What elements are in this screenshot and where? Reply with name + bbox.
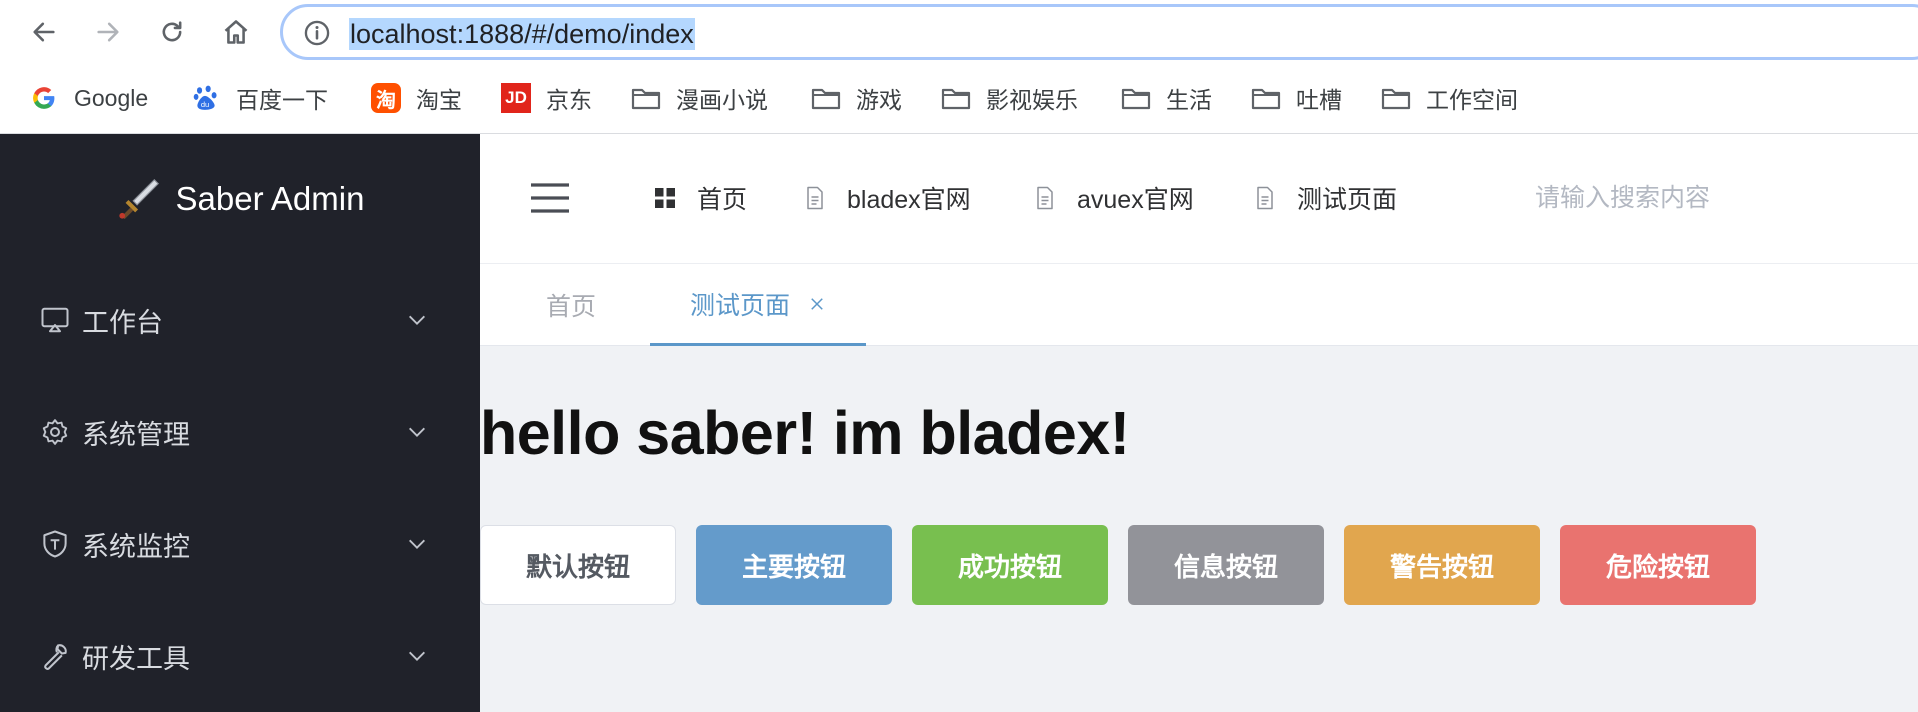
monitor-icon: [41, 307, 69, 333]
bookmark-folder-life[interactable]: 生活: [1120, 78, 1212, 118]
bookmark-label: Google: [74, 84, 149, 111]
page-heading: hello saber! im bladex!: [480, 399, 1130, 467]
jd-icon: JD: [500, 82, 532, 114]
address-bar[interactable]: localhost:1888/#/demo/index: [280, 4, 1918, 60]
reload-icon: [162, 21, 182, 42]
tab-test-page[interactable]: 测试页面: [650, 264, 867, 346]
warning-button[interactable]: 警告按钮: [1344, 525, 1540, 605]
folder-icon: [1380, 82, 1412, 114]
svg-text:du: du: [201, 100, 209, 109]
document-icon: [807, 186, 823, 210]
chevron-down-icon: [409, 539, 425, 549]
back-button[interactable]: [24, 12, 64, 52]
top-navbar: 首页 bladex官网 avuex官网 测试页面: [480, 134, 1918, 264]
tab-home[interactable]: 首页: [546, 264, 596, 346]
gear-icon: [42, 419, 68, 445]
topnav-test-page[interactable]: 测试页面: [1253, 178, 1397, 218]
folder-icon: [940, 82, 972, 114]
menu-label: 研发工具: [82, 643, 190, 674]
topnav-bladex[interactable]: bladex官网: [803, 178, 971, 218]
folder-icon: [1250, 82, 1282, 114]
bookmark-label: 淘宝: [416, 87, 462, 113]
close-icon[interactable]: [808, 295, 826, 313]
baidu-icon: du: [190, 82, 222, 114]
topnav-home[interactable]: 首页: [653, 178, 747, 218]
menu-label: 系统管理: [82, 419, 190, 450]
back-arrow-icon: [33, 22, 55, 42]
topnav-label: 首页: [697, 186, 748, 214]
app-title: Saber Admin: [175, 180, 365, 217]
bookmark-folder-workspace[interactable]: 工作空间: [1380, 78, 1518, 118]
home-icon: [224, 20, 248, 44]
page-content: hello saber! im bladex! 默认按钮 主要按钮 成功按钮 信…: [480, 346, 1918, 712]
default-button[interactable]: 默认按钮: [480, 525, 676, 605]
chevron-down-icon: [409, 651, 425, 661]
sidebar: Saber Admin 工作台 系统管理 系统监控 研发工具: [0, 134, 480, 712]
document-icon: [1037, 186, 1053, 210]
folder-icon: [630, 82, 662, 114]
bookmark-baidu[interactable]: du 百度一下: [190, 78, 328, 118]
forward-button[interactable]: [88, 12, 128, 52]
tab-label: 测试页面: [690, 291, 791, 320]
bookmark-label: 百度一下: [236, 87, 328, 113]
info-icon[interactable]: [303, 19, 331, 47]
search-input[interactable]: [1535, 178, 1835, 218]
menu-item-dev-tools[interactable]: 研发工具: [0, 600, 480, 712]
bookmark-label: 吐槽: [1296, 87, 1342, 113]
bookmark-folder-media[interactable]: 影视娱乐: [940, 78, 1078, 118]
browser-toolbar: localhost:1888/#/demo/index: [0, 0, 1918, 64]
menu-label: 系统监控: [82, 531, 190, 562]
grid-icon: [655, 188, 675, 208]
tabs-bar: 首页 测试页面: [480, 264, 1918, 346]
google-icon: [28, 82, 60, 114]
menu-item-system-management[interactable]: 系统管理: [0, 376, 480, 488]
menu-item-system-monitor[interactable]: 系统监控: [0, 488, 480, 600]
topnav-avuex[interactable]: avuex官网: [1033, 178, 1194, 218]
bookmark-label: 游戏: [856, 87, 902, 113]
main-area: 首页 bladex官网 avuex官网 测试页面 首页 测试页面 hello s…: [480, 134, 1918, 712]
topnav-label: bladex官网: [847, 186, 971, 214]
info-button[interactable]: 信息按钮: [1128, 525, 1324, 605]
shield-icon: [43, 530, 67, 558]
taobao-icon: 淘: [370, 82, 402, 114]
tab-label: 首页: [546, 293, 597, 321]
bookmark-folder-manga[interactable]: 漫画小说: [630, 78, 768, 118]
chevron-down-icon: [409, 315, 425, 325]
bookmark-taobao[interactable]: 淘 淘宝: [370, 78, 462, 118]
bookmarks-bar: Google du 百度一下 淘 淘宝 JD 京东 漫画小说 游戏 影视娱乐 生…: [0, 64, 1918, 134]
bookmark-label: 影视娱乐: [986, 87, 1078, 113]
folder-icon: [1120, 82, 1152, 114]
bookmark-label: 工作空间: [1426, 87, 1518, 113]
topnav-label: avuex官网: [1077, 186, 1194, 214]
topnav-label: 测试页面: [1297, 186, 1398, 214]
folder-icon: [810, 82, 842, 114]
bookmark-label: 生活: [1166, 87, 1212, 113]
success-button[interactable]: 成功按钮: [912, 525, 1108, 605]
menu-item-workbench[interactable]: 工作台: [0, 264, 480, 376]
chevron-down-icon: [409, 427, 425, 437]
bookmark-folder-games[interactable]: 游戏: [810, 78, 902, 118]
sword-icon: [118, 179, 159, 220]
primary-button[interactable]: 主要按钮: [696, 525, 892, 605]
bookmark-label: 漫画小说: [676, 87, 768, 113]
app-logo[interactable]: Saber Admin: [0, 134, 480, 264]
bookmark-jd[interactable]: JD 京东: [500, 78, 592, 118]
menu-label: 工作台: [82, 307, 163, 338]
bookmark-google[interactable]: Google: [28, 78, 148, 118]
bookmark-folder-rants[interactable]: 吐槽: [1250, 78, 1342, 118]
bookmark-label: 京东: [546, 87, 592, 113]
reload-button[interactable]: [152, 12, 192, 52]
danger-button[interactable]: 危险按钮: [1560, 525, 1756, 605]
hamburger-menu-icon[interactable]: [530, 182, 570, 214]
wrench-icon: [44, 644, 67, 670]
home-button[interactable]: [216, 12, 256, 52]
forward-arrow-icon: [97, 22, 119, 42]
url-text[interactable]: localhost:1888/#/demo/index: [349, 18, 695, 50]
document-icon: [1257, 186, 1273, 210]
